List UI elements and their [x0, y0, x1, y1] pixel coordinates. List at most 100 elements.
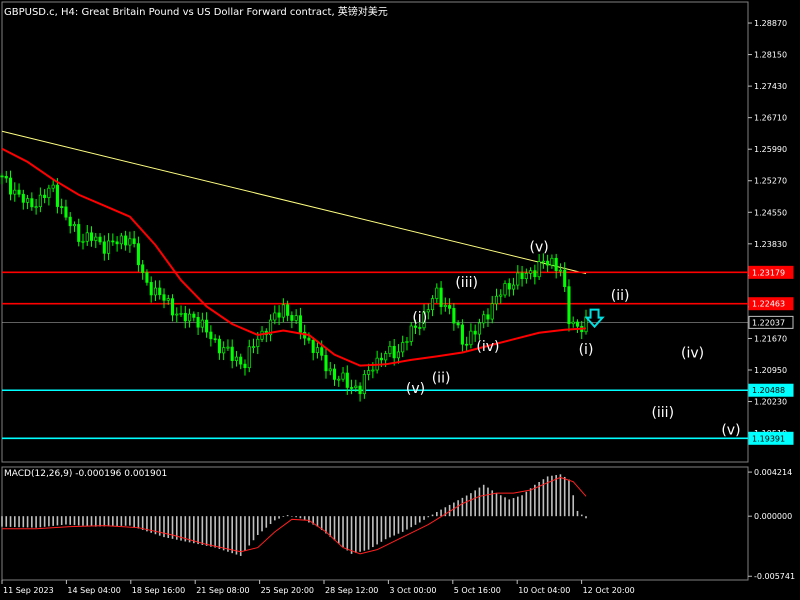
- candle-body: [158, 287, 162, 296]
- macd-panel-frame: [1, 466, 749, 581]
- candle-body: [537, 261, 541, 278]
- price-tag-label: 1.23179: [752, 268, 785, 277]
- macd-bar: [9, 516, 12, 527]
- macd-bar: [517, 496, 519, 517]
- macd-bar: [73, 516, 76, 526]
- wave-label: (iii): [455, 275, 478, 291]
- candle-body: [77, 224, 81, 242]
- candle-body: [571, 321, 575, 325]
- candle-body: [430, 298, 435, 311]
- candle-body: [503, 283, 507, 296]
- macd-bar: [1, 516, 3, 527]
- macd-bar: [504, 497, 506, 517]
- chart-svg: 1.28870 1.28150 1.27430 1.26710 1.25990 1.252…: [0, 1, 795, 595]
- macd-bar: [141, 516, 144, 530]
- macd-bar: [342, 516, 344, 548]
- candle-body: [575, 321, 580, 327]
- wave-label: (iv): [681, 345, 704, 361]
- candle-body: [520, 272, 524, 280]
- candle-body: [85, 232, 89, 242]
- candle-body: [0, 175, 4, 178]
- candle-body: [153, 287, 158, 296]
- candle-body: [89, 232, 94, 241]
- candle-body: [239, 356, 243, 365]
- macd-bar: [474, 490, 476, 517]
- candle-body: [213, 338, 217, 341]
- candle-body: [413, 325, 418, 328]
- macd-bar: [18, 516, 20, 528]
- candle-body: [516, 272, 520, 286]
- macd-bar: [286, 515, 289, 517]
- macd-bar: [69, 516, 72, 525]
- wave-label: (v): [406, 381, 425, 397]
- y-tick-label: 1.20950: [754, 366, 787, 375]
- candle-body: [115, 241, 119, 245]
- y-tick-label: 1.28870: [754, 19, 787, 28]
- candle-body: [81, 240, 85, 243]
- macd-bar: [22, 516, 25, 528]
- candle-body: [72, 224, 77, 227]
- macd-bar: [576, 510, 579, 517]
- candle-body: [170, 298, 175, 316]
- macd-bar: [116, 516, 118, 526]
- macd-bar: [308, 516, 310, 523]
- macd-bar: [563, 476, 566, 517]
- macd-y-tick-label: 0.004214: [754, 468, 792, 477]
- candle-body: [21, 193, 25, 203]
- candle-body: [529, 270, 533, 274]
- candle-body: [558, 269, 562, 272]
- macd-bar: [337, 516, 340, 544]
- candle-body: [567, 286, 571, 325]
- macd-bar: [112, 516, 114, 527]
- candle-body: [132, 238, 136, 244]
- chart-title: GBPUSD.c, H4: Great Britain Pound vs US …: [4, 7, 388, 18]
- y-tick-label: 1.20230: [754, 398, 787, 407]
- macd-bar: [389, 516, 391, 538]
- candle-body: [460, 324, 464, 345]
- candle-body: [107, 240, 111, 254]
- candle-body: [188, 313, 192, 322]
- candle-body: [183, 312, 187, 322]
- candle-body: [541, 260, 545, 263]
- macd-bar: [52, 516, 54, 526]
- candle-body: [354, 385, 358, 388]
- candle-body: [175, 313, 179, 316]
- macd-bar: [487, 487, 489, 517]
- macd-bar: [205, 516, 208, 546]
- candle-body: [401, 342, 405, 353]
- macd-bar: [508, 499, 511, 517]
- macd-bar: [184, 516, 187, 542]
- macd-bar: [329, 516, 332, 537]
- candle-body: [379, 357, 383, 361]
- candle-body: [34, 206, 38, 209]
- x-tick-label: 21 Sep 08:00: [196, 586, 249, 595]
- macd-bar: [559, 474, 562, 517]
- macd-bar: [210, 516, 212, 547]
- candle-body: [196, 317, 200, 328]
- candle-body: [371, 369, 375, 372]
- macd-y-tick-label: 0.000000: [754, 512, 792, 521]
- macd-bar: [436, 511, 438, 517]
- candle-body: [435, 287, 439, 299]
- wave-label: (iii): [651, 405, 674, 421]
- down-arrow-icon: [584, 308, 605, 329]
- candle-body: [226, 346, 230, 349]
- y-tick-label: 1.24550: [754, 208, 787, 217]
- x-tick-label: 11 Sep 2023: [3, 586, 54, 595]
- y-tick-label: 1.23830: [754, 240, 787, 249]
- macd-bar: [274, 516, 276, 521]
- candle-body: [51, 184, 55, 189]
- candle-body: [388, 345, 392, 354]
- candle-body: [119, 235, 123, 245]
- macd-bar: [291, 516, 293, 517]
- candle-body: [26, 198, 30, 203]
- y-tick-label: 1.28150: [754, 51, 787, 60]
- candle-body: [145, 272, 149, 283]
- macd-bar: [346, 516, 349, 551]
- candle-body: [55, 184, 59, 207]
- main-panel-frame: [1, 1, 749, 463]
- candle-body: [13, 189, 17, 195]
- candle-body: [384, 353, 388, 361]
- macd-bar: [393, 516, 395, 536]
- candle-body: [473, 330, 477, 335]
